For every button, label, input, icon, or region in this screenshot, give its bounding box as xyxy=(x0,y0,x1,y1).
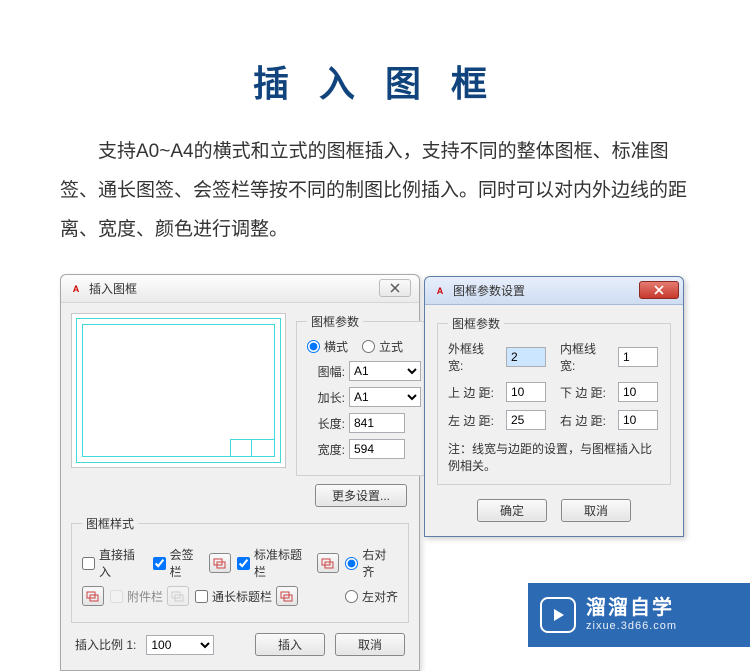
fujian-label: 附件栏 xyxy=(127,588,163,605)
right-margin-input[interactable] xyxy=(618,410,658,430)
play-icon xyxy=(540,597,576,633)
inner-width-input[interactable] xyxy=(618,347,658,367)
align-right-label: 右对齐 xyxy=(362,546,398,580)
tufu-label: 图幅: xyxy=(307,363,345,380)
huiqian-checkbox[interactable]: 会签栏 xyxy=(153,546,206,580)
bottom-margin-input[interactable] xyxy=(618,382,658,402)
insert-frame-dialog: A 插入图框 图框参数 横式 立式 xyxy=(60,274,420,671)
more-settings-button[interactable]: 更多设置... xyxy=(315,484,407,507)
inner-width-label: 内框线宽: xyxy=(560,340,606,374)
tongchang-checkbox[interactable]: 通长标题栏 xyxy=(195,588,272,605)
length-input[interactable] xyxy=(349,413,405,433)
biaozhun-browse-button[interactable] xyxy=(317,553,339,573)
frame-style-legend: 图框样式 xyxy=(82,515,138,532)
note-text: 注：线宽与边距的设置，与图框插入比例相关。 xyxy=(448,440,660,474)
tufu-select[interactable]: A1 xyxy=(349,361,421,381)
cancel-button[interactable]: 取消 xyxy=(561,499,631,522)
dialog-titlebar: A 插入图框 xyxy=(61,275,419,303)
watermark-brand: 溜溜自学 xyxy=(586,596,677,620)
dialog-titlebar: A 图框参数设置 xyxy=(425,277,683,305)
orientation-horizontal[interactable]: 横式 xyxy=(307,338,348,355)
outer-width-label: 外框线宽: xyxy=(448,340,494,374)
bottom-margin-label: 下 边 距: xyxy=(560,384,606,401)
ratio-select[interactable]: 100 xyxy=(146,635,214,655)
browse-icon xyxy=(213,556,227,570)
close-button[interactable] xyxy=(639,281,679,299)
top-margin-input[interactable] xyxy=(506,382,546,402)
huiqian-label: 会签栏 xyxy=(170,546,206,580)
params-group: 图框参数 外框线宽: 内框线宽: 上 边 距: 下 边 距: 左 边 距: 右 … xyxy=(437,315,671,485)
frame-style-group: 图框样式 直接插入 会签栏 标准标题栏 xyxy=(71,515,409,623)
jiachang-label: 加长: xyxy=(307,389,345,406)
orientation-vertical-label: 立式 xyxy=(379,338,403,355)
orientation-vertical[interactable]: 立式 xyxy=(362,338,403,355)
dialog-title-text: 图框参数设置 xyxy=(453,282,525,299)
frame-params-group: 图框参数 横式 立式 图幅: A1 加长: A1 xyxy=(296,313,432,476)
page-title: 插 入 图 框 xyxy=(0,0,750,107)
align-left-label: 左对齐 xyxy=(362,588,398,605)
tongchang-browse-button[interactable] xyxy=(276,586,298,606)
tongchang-label: 通长标题栏 xyxy=(212,588,272,605)
fujian-browse-button xyxy=(167,586,189,606)
frame-preview xyxy=(71,313,286,468)
watermark: 溜溜自学 zixue.3d66.com xyxy=(528,583,750,647)
frame-params-legend: 图框参数 xyxy=(307,313,363,330)
app-icon: A xyxy=(433,284,447,298)
slot1-button[interactable] xyxy=(82,586,104,606)
close-icon xyxy=(654,285,664,295)
top-margin-label: 上 边 距: xyxy=(448,384,494,401)
biaozhun-checkbox[interactable]: 标准标题栏 xyxy=(237,546,313,580)
watermark-url: zixue.3d66.com xyxy=(586,620,677,633)
insert-button[interactable]: 插入 xyxy=(255,633,325,656)
orientation-horizontal-label: 横式 xyxy=(324,338,348,355)
left-margin-label: 左 边 距: xyxy=(448,412,494,429)
biaozhun-label: 标准标题栏 xyxy=(254,546,313,580)
jiachang-select[interactable]: A1 xyxy=(349,387,421,407)
align-left-radio[interactable]: 左对齐 xyxy=(345,588,398,605)
align-right-radio[interactable]: 右对齐 xyxy=(345,546,398,580)
fujian-checkbox: 附件栏 xyxy=(110,588,163,605)
browse-icon xyxy=(280,589,294,603)
app-icon: A xyxy=(69,282,83,296)
frame-settings-dialog: A 图框参数设置 图框参数 外框线宽: 内框线宽: 上 边 距: 下 边 距: … xyxy=(424,276,684,537)
cancel-button[interactable]: 取消 xyxy=(335,633,405,656)
ratio-label: 插入比例 1: xyxy=(75,636,136,653)
close-icon xyxy=(390,283,400,293)
ok-button[interactable]: 确定 xyxy=(477,499,547,522)
browse-icon xyxy=(86,589,100,603)
close-button[interactable] xyxy=(379,279,411,297)
dialog-title-text: 插入图框 xyxy=(89,280,137,297)
browse-icon xyxy=(171,589,185,603)
outer-width-input[interactable] xyxy=(506,347,546,367)
width-label: 宽度: xyxy=(307,441,345,458)
huiqian-browse-button[interactable] xyxy=(209,553,231,573)
page-description: 支持A0~A4的横式和立式的图框插入，支持不同的整体图框、标准图签、通长图签、会… xyxy=(0,107,750,249)
right-margin-label: 右 边 距: xyxy=(560,412,606,429)
direct-insert-checkbox[interactable]: 直接插入 xyxy=(82,546,147,580)
left-margin-input[interactable] xyxy=(506,410,546,430)
params-legend: 图框参数 xyxy=(448,315,504,332)
width-input[interactable] xyxy=(349,439,405,459)
direct-insert-label: 直接插入 xyxy=(99,546,147,580)
browse-icon xyxy=(321,556,335,570)
length-label: 长度: xyxy=(307,415,345,432)
